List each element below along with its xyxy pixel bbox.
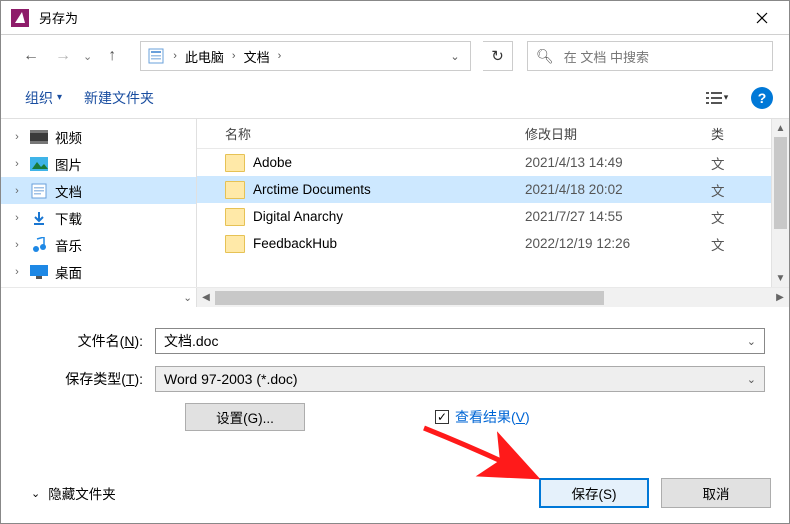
list-view-icon (706, 91, 722, 105)
folder-icon (225, 235, 245, 253)
form-area: 文件名(N): 文档.doc ⌄ 保存类型(T): Word 97-2003 (… (1, 307, 789, 431)
organize-button[interactable]: 组织 ▾ (17, 84, 70, 112)
table-row[interactable]: FeedbackHub 2022/12/19 12:26 文 (197, 230, 789, 257)
scroll-thumb[interactable] (774, 137, 787, 229)
location-icon (147, 47, 165, 65)
folder-icon (225, 181, 245, 199)
explorer-body: › 视频 › 图片 › 文档 › 下载 › 音乐 (1, 119, 789, 287)
chevron-right-icon: › (11, 239, 23, 251)
caret-down-icon[interactable]: ⌄ (747, 373, 756, 386)
save-as-dialog: 另存为 ← → ⌄ ↑ › 此电脑 › 文档 › ⌄ ↻ 🔍︎ 在 (0, 0, 790, 524)
documents-icon (29, 182, 49, 200)
up-button[interactable]: ↑ (98, 42, 126, 70)
table-row[interactable]: Adobe 2021/4/13 14:49 文 (197, 149, 789, 176)
table-row[interactable]: Digital Anarchy 2021/7/27 14:55 文 (197, 203, 789, 230)
sidebar-item-desktop[interactable]: › 桌面 (1, 258, 196, 285)
chevron-right-icon: › (278, 50, 282, 62)
scroll-thumb[interactable] (215, 291, 604, 305)
downloads-icon (29, 209, 49, 227)
breadcrumb[interactable]: › 此电脑 › 文档 › (173, 47, 281, 66)
cancel-button[interactable]: 取消 (661, 478, 771, 508)
crumb-documents[interactable]: 文档 (244, 47, 270, 66)
folder-icon (225, 154, 245, 172)
settings-button[interactable]: 设置(G)... (185, 403, 305, 431)
chevron-right-icon: › (11, 266, 23, 278)
forward-button[interactable]: → (49, 42, 77, 70)
window-title: 另存为 (39, 8, 739, 27)
close-icon (756, 12, 768, 24)
caret-down-icon[interactable]: ⌄ (747, 335, 756, 348)
sidebar-item-pictures[interactable]: › 图片 (1, 150, 196, 177)
hide-folders-toggle[interactable]: ⌄ 隐藏文件夹 (31, 483, 116, 503)
chevron-right-icon: › (232, 50, 236, 62)
vertical-scrollbar[interactable]: ▲ ▼ (771, 119, 789, 287)
chevron-right-icon: › (11, 158, 23, 170)
chevron-down-icon: ⌄ (31, 487, 40, 500)
help-button[interactable]: ? (751, 87, 773, 109)
hscroll-row: ⌄ ◀ ▶ (1, 287, 789, 307)
search-placeholder: 在 文档 中搜索 (564, 47, 649, 66)
scroll-right-icon[interactable]: ▶ (771, 288, 789, 307)
scroll-down-icon[interactable]: ▼ (772, 269, 789, 287)
filetype-select[interactable]: Word 97-2003 (*.doc) ⌄ (155, 366, 765, 392)
list-header: 名称 修改日期 类 (197, 119, 789, 149)
close-button[interactable] (739, 3, 785, 33)
filetype-label: 保存类型(T): (25, 369, 155, 389)
sidebar-item-documents[interactable]: › 文档 (1, 177, 196, 204)
desktop-icon (29, 263, 49, 281)
sidebar: › 视频 › 图片 › 文档 › 下载 › 音乐 (1, 119, 197, 287)
recent-dropdown-icon[interactable]: ⌄ (83, 50, 92, 63)
crumb-this-pc[interactable]: 此电脑 (185, 47, 224, 66)
videos-icon (29, 128, 49, 146)
checkbox-icon[interactable]: ✓ (435, 410, 449, 424)
filename-input[interactable]: 文档.doc ⌄ (155, 328, 765, 354)
search-icon: 🔍︎ (536, 48, 554, 65)
column-name[interactable]: 名称 (225, 124, 525, 143)
save-button[interactable]: 保存(S) (539, 478, 649, 508)
chevron-right-icon: › (11, 212, 23, 224)
file-listing: 名称 修改日期 类 Adobe 2021/4/13 14:49 文 Arctim… (197, 119, 789, 287)
search-input[interactable]: 🔍︎ 在 文档 中搜索 (527, 41, 773, 71)
table-row[interactable]: Arctime Documents 2021/4/18 20:02 文 (197, 176, 789, 203)
folder-icon (225, 208, 245, 226)
sidebar-item-music[interactable]: › 音乐 (1, 231, 196, 258)
view-result-link[interactable]: 查看结果(V) (455, 407, 530, 427)
caret-down-icon: ▾ (57, 92, 62, 103)
app-icon (11, 9, 29, 27)
caret-down-icon: ▾ (724, 92, 729, 103)
pictures-icon (29, 155, 49, 173)
chevron-right-icon: › (173, 50, 177, 62)
dialog-footer: ⌄ 隐藏文件夹 保存(S) 取消 (1, 475, 789, 511)
new-folder-button[interactable]: 新建文件夹 (76, 84, 162, 112)
nav-bar: ← → ⌄ ↑ › 此电脑 › 文档 › ⌄ ↻ 🔍︎ 在 文档 中搜索 (1, 35, 789, 77)
refresh-button[interactable]: ↻ (483, 41, 513, 71)
chevron-right-icon: › (11, 185, 23, 197)
sidebar-item-videos[interactable]: › 视频 (1, 123, 196, 150)
view-result-checkbox[interactable]: ✓ 查看结果(V) (435, 407, 530, 427)
music-icon (29, 236, 49, 254)
titlebar: 另存为 (1, 1, 789, 35)
chevron-right-icon: › (11, 131, 23, 143)
sidebar-item-downloads[interactable]: › 下载 (1, 204, 196, 231)
sidebar-scroll-down-icon[interactable]: ⌄ (1, 288, 197, 307)
toolbar: 组织 ▾ 新建文件夹 ▾ ? (1, 77, 789, 119)
address-bar[interactable]: › 此电脑 › 文档 › ⌄ (140, 41, 471, 71)
list-rows: Adobe 2021/4/13 14:49 文 Arctime Document… (197, 149, 789, 287)
view-options-button[interactable]: ▾ (699, 84, 735, 112)
column-date[interactable]: 修改日期 (525, 124, 705, 143)
scroll-left-icon[interactable]: ◀ (197, 288, 215, 307)
back-button[interactable]: ← (17, 42, 45, 70)
horizontal-scrollbar[interactable]: ◀ ▶ (197, 288, 789, 307)
filename-label: 文件名(N): (25, 331, 155, 351)
scroll-up-icon[interactable]: ▲ (772, 119, 789, 137)
address-dropdown[interactable]: ⌄ (442, 42, 468, 70)
